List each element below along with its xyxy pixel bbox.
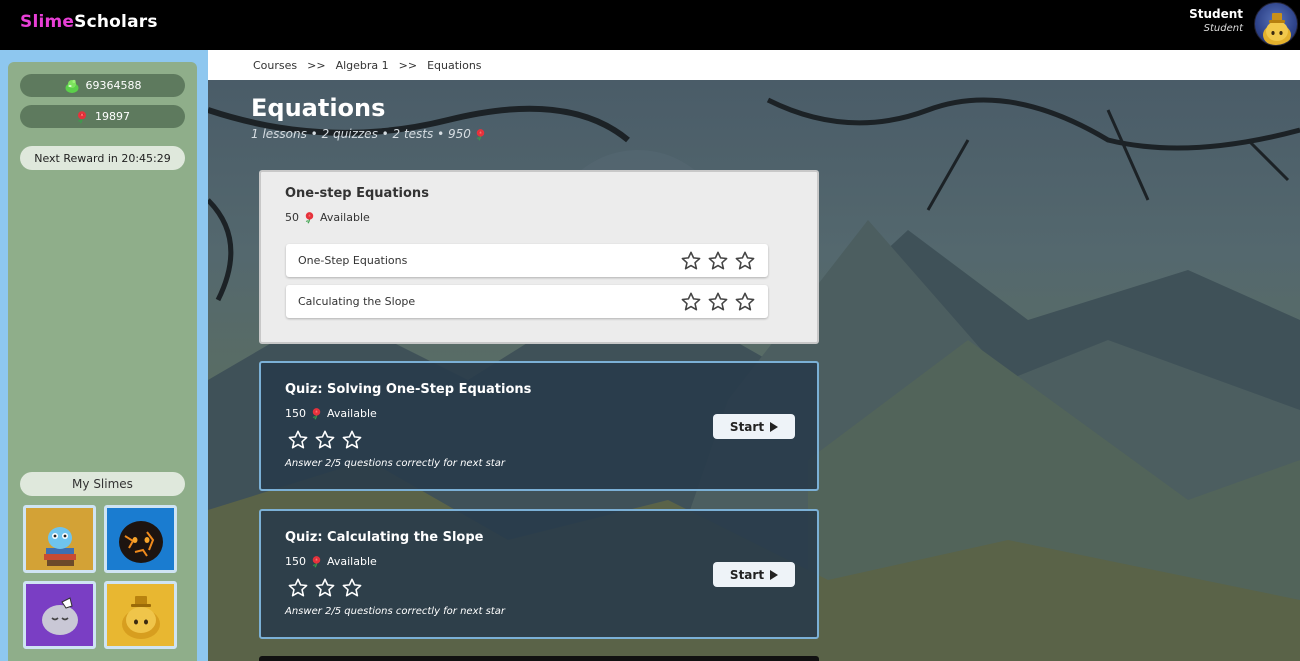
quiz-hint: Answer 2/5 questions correctly for next … [285,606,505,617]
slime-tile-gold[interactable] [104,581,177,649]
user-role: Student [1203,23,1243,34]
gold-slime-avatar-icon [1263,13,1291,45]
quiz-available: 150 Available [285,555,377,568]
star-icon [734,291,756,313]
rose-count: 19897 [95,110,130,123]
breadcrumb-separator: >> [398,58,418,72]
slime-tile-ghost[interactable] [23,581,96,649]
start-quiz-button[interactable]: Start [713,562,795,587]
slime-tile-book[interactable] [23,505,96,573]
page-title: Equations [251,94,386,122]
lesson-item[interactable]: Calculating the Slope [286,285,768,318]
play-icon [770,569,779,580]
rose-icon [310,407,323,420]
main-content: Equations 1 lessons • 2 quizzes • 2 test… [208,80,1300,661]
my-slimes-button[interactable]: My Slimes [20,472,185,496]
next-card-peek [259,656,819,661]
page-summary: 1 lessons • 2 quizzes • 2 tests • 950 [251,127,487,141]
breadcrumb: Courses >> Algebra 1 >> Equations [208,50,1300,80]
sidebar: 69364588 19897 Next Reward in 20:45:29 M… [0,50,208,661]
breadcrumb-courses[interactable]: Courses [253,59,297,72]
breadcrumb-separator: >> [307,58,326,72]
breadcrumb-equations: Equations [427,58,482,72]
lesson-card: One-step Equations 50 Available One-Step… [259,170,819,344]
star-icon [707,250,729,272]
rose-icon [310,555,323,568]
lesson-item[interactable]: One-Step Equations [286,244,768,277]
logo-slime-text: Slime [20,12,75,32]
quiz-hint: Answer 2/5 questions correctly for next … [285,458,505,469]
next-reward-timer: Next Reward in 20:45:29 [20,146,185,170]
quiz-stars [287,577,363,599]
breadcrumb-algebra-1[interactable]: Algebra 1 [336,59,389,72]
gold-slime-icon [107,584,174,646]
app-logo[interactable]: SlimeScholars [20,12,158,32]
lava-slime-icon [107,508,174,570]
top-bar: SlimeScholars Student Student [0,0,1300,50]
star-icon [314,429,336,451]
start-button-label: Start [729,567,765,582]
star-icon [341,429,363,451]
rose-icon [303,211,316,224]
start-quiz-button[interactable]: Start [713,414,795,439]
ghost-slime-icon [26,584,93,646]
lesson-available: 50 Available [285,211,370,224]
user-info[interactable]: Student Student [1189,7,1243,36]
rose-icon [474,128,487,141]
star-icon [314,577,336,599]
page-summary-text: 1 lessons • 2 quizzes • 2 tests • 950 [251,127,471,141]
quiz-card: Quiz: Calculating the Slope 150 Availabl… [259,509,819,639]
rose-balance: 19897 [20,105,185,128]
quiz-available-label: Available [327,555,377,568]
play-icon [770,421,779,432]
star-icon [287,577,309,599]
coin-count: 69364588 [85,79,142,92]
lesson-item-label: One-Step Equations [298,254,408,267]
user-name: Student [1189,7,1243,21]
lesson-title: One-step Equations [285,186,429,201]
logo-scholars-text: Scholars [74,12,158,32]
quiz-available-count: 150 [285,555,306,568]
quiz-available: 150 Available [285,407,377,420]
star-icon [734,250,756,272]
lesson-available-label: Available [320,211,370,224]
lesson-available-count: 50 [285,211,299,224]
sidebar-panel: 69364588 19897 Next Reward in 20:45:29 M… [8,62,197,661]
quiz-card: Quiz: Solving One-Step Equations 150 Ava… [259,361,819,491]
start-button-label: Start [729,419,765,434]
lesson-item-label: Calculating the Slope [298,295,416,308]
slime-coin-icon [64,78,80,94]
rose-icon [75,110,89,124]
quiz-available-label: Available [327,407,377,420]
book-slime-icon [26,508,93,570]
slime-tile-lava[interactable] [104,505,177,573]
quiz-title: Quiz: Calculating the Slope [285,530,484,545]
quiz-stars [287,429,363,451]
avatar[interactable] [1254,2,1298,46]
quiz-available-count: 150 [285,407,306,420]
star-icon [287,429,309,451]
star-icon [680,250,702,272]
coin-balance: 69364588 [20,74,185,97]
star-icon [707,291,729,313]
lesson-item-stars [680,250,756,272]
star-icon [341,577,363,599]
star-icon [680,291,702,313]
quiz-title: Quiz: Solving One-Step Equations [285,382,532,397]
lesson-item-stars [680,291,756,313]
